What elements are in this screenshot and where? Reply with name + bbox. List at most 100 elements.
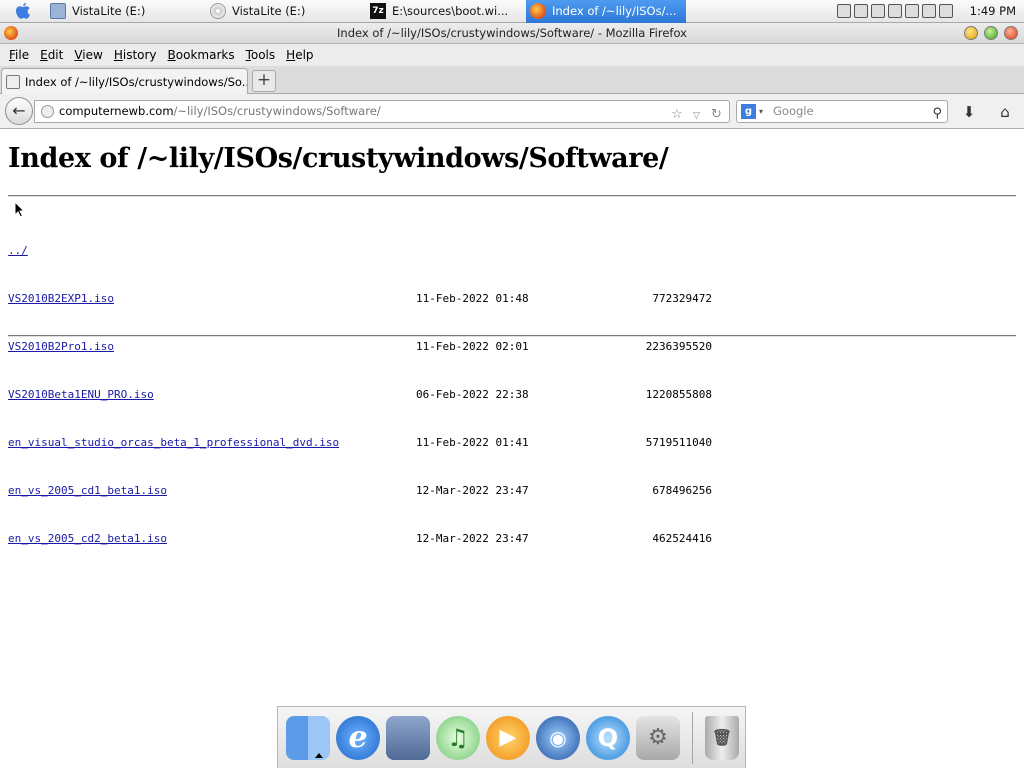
mail-icon[interactable]: [386, 715, 430, 760]
url-path: /~lily/ISOs/crustywindows/Software/: [173, 104, 381, 118]
page-icon: [6, 74, 20, 89]
menu-label: ile: [15, 48, 30, 62]
top-divider: [8, 195, 1016, 197]
menu-history[interactable]: History: [109, 48, 162, 62]
media-center-icon[interactable]: ◉: [536, 715, 580, 760]
file-row: VS2010B2Pro1.iso 11-Feb-2022 02:01 2236395…: [8, 339, 712, 355]
history-dropdown-icon[interactable]: ▽: [693, 106, 700, 122]
display-icon[interactable]: [887, 4, 902, 18]
menu-bookmarks[interactable]: Bookmarks: [163, 48, 240, 62]
maximize-button[interactable]: [984, 26, 998, 40]
taskbar: VistaLite (E:) VistaLite (E:) 7z E:\sour…: [0, 0, 1024, 23]
mouse-cursor-icon: [14, 201, 26, 218]
google-search-engine-icon[interactable]: g: [741, 104, 756, 119]
taskbar-item-label: E:\sources\boot.wi...: [392, 4, 509, 18]
file-row: en_vs_2005_cd1_beta1.iso 12-Mar-2022 23:4…: [8, 483, 712, 499]
globe-icon: [41, 105, 54, 118]
menu-label: istory: [122, 48, 157, 62]
file-link[interactable]: en_visual_studio_orcas_beta_1_profession…: [8, 436, 339, 449]
file-link[interactable]: VS2010B2Pro1.iso: [8, 340, 114, 353]
security-shield-icon[interactable]: [938, 4, 953, 18]
taskbar-item-vistalite-1[interactable]: VistaLite (E:): [46, 0, 206, 23]
file-row: en_vs_2005_cd2_beta1.iso 12-Mar-2022 23:4…: [8, 531, 712, 547]
downloads-icon[interactable]: ⬇: [959, 102, 979, 122]
taskbar-item-7zip[interactable]: 7z E:\sources\boot.wi...: [366, 0, 526, 23]
page-content: Index of /~lily/ISOs/crustywindows/Softw…: [0, 129, 1024, 768]
search-placeholder: Google: [773, 104, 814, 118]
file-link[interactable]: en_vs_2005_cd1_beta1.iso: [8, 484, 167, 497]
file-date: 11-Feb-2022 01:48: [416, 292, 529, 305]
apple-menu-icon[interactable]: [0, 0, 46, 23]
file-size: 462524416: [652, 532, 712, 545]
taskbar-item-label: VistaLite (E:): [72, 4, 146, 18]
reload-icon[interactable]: ↻: [711, 104, 722, 122]
quicktime-icon[interactable]: Q: [586, 715, 630, 760]
minimize-button[interactable]: [964, 26, 978, 40]
volume-icon[interactable]: [921, 4, 936, 18]
menu-accesskey: H: [286, 48, 296, 62]
menu-tools[interactable]: Tools: [241, 48, 281, 62]
taskbar-item-label: Index of /~lily/ISOs/...: [552, 4, 677, 18]
home-icon[interactable]: ⌂: [995, 102, 1015, 122]
running-indicator: [315, 752, 323, 758]
bookmark-star-icon[interactable]: ☆: [671, 104, 683, 122]
file-date: 11-Feb-2022 01:41: [416, 436, 529, 449]
internet-explorer-icon[interactable]: e: [336, 715, 380, 760]
menu-label: elp: [295, 48, 314, 62]
bottom-divider: [8, 335, 1016, 337]
menu-label: ools: [250, 48, 276, 62]
file-row: VS2010B2EXP1.iso 11-Feb-2022 01:48 7723294…: [8, 291, 712, 307]
menu-label: iew: [82, 48, 103, 62]
new-tab-button[interactable]: +: [252, 70, 276, 92]
close-button[interactable]: [1004, 26, 1018, 40]
battery-icon[interactable]: [904, 4, 919, 18]
itunes-icon[interactable]: ♫: [436, 715, 480, 760]
file-date: 11-Feb-2022 02:01: [416, 340, 529, 353]
menu-bar: File Edit View History Bookmarks Tools H…: [0, 44, 1024, 66]
menu-help[interactable]: Help: [281, 48, 318, 62]
file-size: 678496256: [652, 484, 712, 497]
tab-label: Index of /~lily/ISOs/crustywindows/So...: [25, 74, 248, 89]
7zip-icon: 7z: [370, 3, 386, 19]
search-input[interactable]: g ▾ Google ⚲: [736, 100, 948, 123]
taskbar-item-firefox[interactable]: Index of /~lily/ISOs/...: [526, 0, 686, 23]
tab-active[interactable]: Index of /~lily/ISOs/crustywindows/So...: [1, 68, 248, 94]
firefox-icon: [4, 26, 18, 40]
network-icon[interactable]: [853, 4, 868, 18]
back-button[interactable]: ←: [5, 97, 33, 125]
file-size: 772329472: [652, 292, 712, 305]
file-size: 5719511040: [645, 436, 712, 449]
menu-label: dit: [47, 48, 64, 62]
menu-edit[interactable]: Edit: [35, 48, 68, 62]
media-player-icon[interactable]: ▶: [486, 715, 530, 760]
tools-icon[interactable]: [870, 4, 885, 18]
file-listing: ../ VS2010B2EXP1.iso 11-Feb-2022 01:48 772…: [8, 211, 712, 579]
file-link[interactable]: VS2010Beta1ENU_PRO.iso: [8, 388, 154, 401]
taskbar-item-vistalite-2[interactable]: VistaLite (E:): [206, 0, 366, 23]
user-icon[interactable]: [836, 4, 851, 18]
finder-icon[interactable]: [286, 715, 330, 760]
url-bar[interactable]: computernewb.com/~lily/ISOs/crustywindow…: [34, 100, 730, 123]
file-link[interactable]: en_vs_2005_cd2_beta1.iso: [8, 532, 167, 545]
firefox-icon: [530, 3, 546, 19]
taskbar-item-label: VistaLite (E:): [232, 4, 306, 18]
folder-icon: [50, 3, 66, 19]
trash-icon[interactable]: 🗑: [705, 715, 739, 760]
search-icon[interactable]: ⚲: [932, 103, 942, 124]
parent-directory-link[interactable]: ../: [8, 243, 28, 259]
window-title-bar[interactable]: Index of /~lily/ISOs/crustywindows/Softw…: [0, 23, 1024, 44]
tab-strip: Index of /~lily/ISOs/crustywindows/So...…: [0, 66, 1024, 94]
menu-accesskey: H: [113, 48, 123, 62]
menu-view[interactable]: View: [69, 48, 107, 62]
file-link[interactable]: VS2010B2EXP1.iso: [8, 292, 114, 305]
search-engine-dropdown-icon[interactable]: ▾: [759, 101, 763, 122]
menu-accesskey: E: [40, 48, 48, 62]
menu-file[interactable]: File: [4, 48, 34, 62]
file-date: 06-Feb-2022 22:38: [416, 388, 529, 401]
disc-icon: [210, 3, 226, 19]
parent-directory-row: ../: [8, 243, 712, 259]
clock[interactable]: 1:49 PM: [970, 4, 1016, 18]
system-preferences-icon[interactable]: ⚙: [636, 715, 680, 760]
file-row: en_visual_studio_orcas_beta_1_profession…: [8, 435, 712, 451]
file-date: 12-Mar-2022 23:47: [416, 484, 529, 497]
